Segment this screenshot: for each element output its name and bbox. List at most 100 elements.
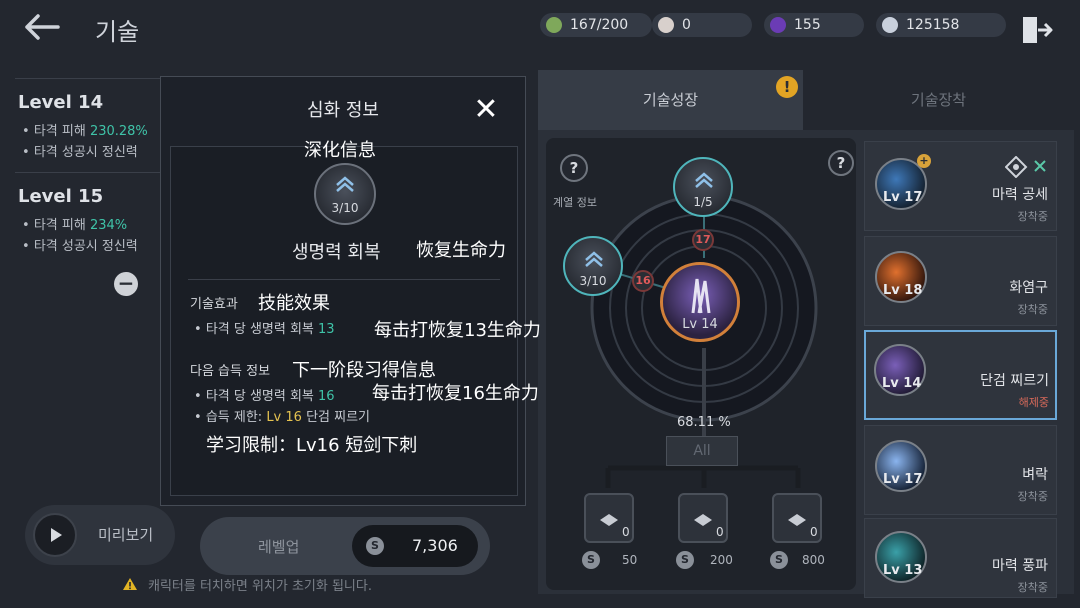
- next-value: 16: [318, 389, 335, 404]
- lineage-help-button[interactable]: ?: [560, 154, 588, 182]
- mana-storm-icon: Lv 13: [875, 531, 927, 583]
- divider: [15, 78, 165, 79]
- level-15-title: Level 15: [18, 186, 104, 207]
- energy-icon: [546, 17, 562, 33]
- requirement-skill: 단검 찌르기: [306, 410, 371, 425]
- silver-coin-counter: 125158: [876, 13, 1006, 37]
- skill-level: Lv 17: [883, 472, 923, 487]
- silver-coin-value: 125158: [906, 17, 960, 33]
- level-14-line-1: • 타격 피해 230.28%: [22, 124, 148, 139]
- next-row: • 타격 당 생명력 회복 16: [194, 389, 335, 404]
- skill-level: Lv 13: [883, 563, 923, 578]
- skill-book-3[interactable]: 0: [772, 493, 822, 543]
- book-3-cost: 800: [802, 553, 825, 567]
- skill-card[interactable]: Lv 13 마력 풍파 장착중: [864, 518, 1057, 598]
- divider: [188, 279, 500, 280]
- skill-name: 단검 찌르기: [980, 373, 1049, 389]
- center-skill-icon[interactable]: Lv 14: [660, 262, 740, 342]
- plus-badge-icon: +: [917, 154, 931, 168]
- enhance-skill-name-translation: 恢复生命力: [416, 240, 506, 261]
- upgrade-chevron-icon: [585, 251, 603, 267]
- pearl-icon: [658, 17, 674, 33]
- header-bar: 기술 167/200 0 155 125158: [0, 0, 1080, 56]
- node-top-count: 1/5: [693, 195, 713, 209]
- collapse-minus-button[interactable]: −: [114, 272, 138, 296]
- purple-gem-value: 155: [794, 17, 821, 33]
- lineage-label: 계열 정보: [553, 196, 597, 209]
- skill-book-1[interactable]: 0: [584, 493, 634, 543]
- preview-label: 미리보기: [98, 526, 154, 544]
- level-14-line-2: • 타격 성공시 정신력: [22, 145, 138, 160]
- skill-node-top[interactable]: 1/5: [673, 157, 733, 217]
- tab-skill-growth[interactable]: 기술성장: [538, 70, 803, 130]
- energy-counter: 167/200: [540, 13, 652, 37]
- skill-state: 장착중: [1017, 490, 1048, 503]
- book-icon: [694, 514, 712, 526]
- level-15-damage-label: 타격 피해: [33, 218, 86, 233]
- enhance-skill-name: 생명력 회복: [292, 242, 381, 263]
- play-icon[interactable]: [33, 513, 77, 557]
- silver-coin-icon: S: [366, 537, 384, 555]
- effect-row: • 타격 당 생명력 회복 13: [194, 322, 335, 337]
- level-14-title: Level 14: [18, 92, 104, 113]
- lock-level-16: 16: [632, 270, 654, 292]
- divider: [15, 172, 165, 173]
- skill-state: 장착중: [1017, 581, 1048, 594]
- warning-icon: [122, 576, 138, 590]
- skill-state: 장착중: [1017, 303, 1048, 316]
- book-1-count: 0: [622, 525, 630, 539]
- warning-text: 캐릭터를 터치하면 위치가 초기화 됩니다.: [148, 579, 372, 594]
- skill-card[interactable]: Lv 17 + 마력 공세 장착중: [864, 141, 1057, 231]
- purple-gem-icon: [770, 17, 786, 33]
- level-15-spirit-label: 타격 성공시 정신력: [33, 239, 138, 254]
- silver-coin-icon: [882, 17, 898, 33]
- skill-book-2[interactable]: 0: [678, 493, 728, 543]
- skill-state: 해제중: [1018, 396, 1049, 409]
- next-header: 다음 습득 정보: [190, 364, 271, 379]
- close-icon[interactable]: ✕: [470, 94, 502, 126]
- fireball-icon: Lv 18: [875, 251, 927, 303]
- skill-card[interactable]: Lv 18 화염구 장착중: [864, 236, 1057, 326]
- skill-card[interactable]: Lv 17 벼락 장착중: [864, 425, 1057, 515]
- tab-skill-equip[interactable]: 기술장착: [803, 70, 1074, 130]
- page-title: 기술: [95, 18, 140, 46]
- upgrade-chevron-icon: [695, 172, 713, 188]
- all-button[interactable]: All: [666, 436, 738, 466]
- back-arrow-icon[interactable]: [22, 12, 62, 42]
- dagger-icon: [691, 278, 711, 314]
- book-2-cost: 200: [710, 553, 733, 567]
- level-15-line-1: • 타격 피해 234%: [22, 218, 128, 233]
- exit-door-icon[interactable]: [1020, 14, 1054, 46]
- skill-name: 화염구: [1009, 280, 1048, 296]
- levelup-cost-value: 7,306: [412, 536, 458, 555]
- pearl-value: 0: [682, 17, 691, 33]
- silver-coin-icon: S: [770, 551, 788, 569]
- enhance-skill-orb: 3/10: [314, 163, 376, 225]
- requirement-row: • 습득 제한: Lv 16 단검 찌르기: [194, 410, 371, 425]
- alert-badge: !: [776, 76, 798, 98]
- skill-level: Lv 17: [883, 190, 923, 205]
- book-icon: [788, 514, 806, 526]
- skill-name: 마력 풍파: [992, 558, 1048, 574]
- tree-help-icon[interactable]: ?: [828, 150, 854, 176]
- requirement-level: Lv 16: [266, 410, 302, 425]
- next-translation: 每击打恢复16生命力: [372, 383, 539, 404]
- book-3-count: 0: [810, 525, 818, 539]
- book-2-count: 0: [716, 525, 724, 539]
- skill-card-selected[interactable]: Lv 14 단검 찌르기 해제중: [864, 330, 1057, 420]
- skill-name: 마력 공세: [992, 187, 1048, 203]
- skill-level: Lv 14: [882, 376, 922, 391]
- requirement-translation: 学习限制：Lv16 短剑下刺: [206, 435, 418, 456]
- modal-title-translation: 深化信息: [304, 140, 376, 161]
- node-left-count: 3/10: [579, 274, 607, 288]
- enhance-orb-count: 3/10: [331, 201, 359, 215]
- skill-node-left[interactable]: 3/10: [563, 236, 623, 296]
- effect-header-translation: 技能效果: [258, 293, 330, 314]
- level-15-damage-value: 234%: [89, 218, 128, 233]
- center-skill-level: Lv 14: [682, 317, 718, 332]
- book-1-cost: 50: [622, 553, 638, 567]
- skill-state: 장착중: [1017, 210, 1048, 223]
- rune-icons: [1005, 156, 1046, 178]
- level-14-damage-label: 타격 피해: [33, 124, 86, 139]
- level-15-line-2: • 타격 성공시 정신력: [22, 239, 138, 254]
